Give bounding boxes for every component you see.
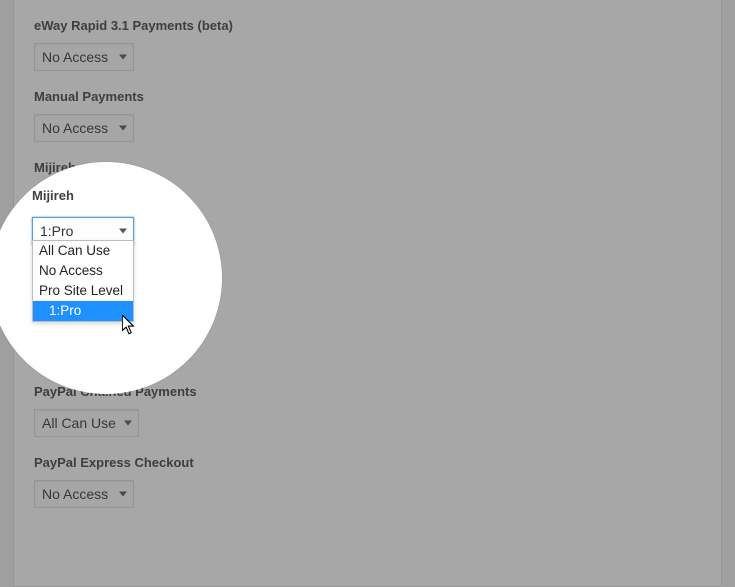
select-manual[interactable]: No Access bbox=[34, 114, 134, 142]
group-paypal-express: PayPal Express Checkout No Access bbox=[34, 437, 701, 508]
option-1-pro[interactable]: 1:Pro bbox=[33, 301, 133, 321]
spotlight-content: Mijireh 1:Pro bbox=[32, 188, 214, 245]
select-value: No Access bbox=[42, 120, 108, 136]
option-pro-site-level[interactable]: Pro Site Level bbox=[33, 281, 133, 301]
group-eway: eWay Rapid 3.1 Payments (beta) No Access bbox=[34, 0, 701, 71]
select-value: 1:Pro bbox=[40, 223, 73, 239]
group-label: Mijireh bbox=[32, 188, 214, 203]
select-paypal-chained[interactable]: All Can Use bbox=[34, 409, 139, 437]
select-value: No Access bbox=[42, 49, 108, 65]
group-manual: Manual Payments No Access bbox=[34, 71, 701, 142]
chevron-down-icon bbox=[119, 126, 127, 131]
option-no-access[interactable]: No Access bbox=[33, 261, 133, 281]
chevron-down-icon bbox=[119, 492, 127, 497]
dropdown-mijireh[interactable]: All Can Use No Access Pro Site Level 1:P… bbox=[32, 240, 134, 322]
group-label: eWay Rapid 3.1 Payments (beta) bbox=[34, 18, 701, 33]
spotlight-circle: Mijireh 1:Pro All Can Use No Access Pro … bbox=[0, 162, 222, 394]
select-eway[interactable]: No Access bbox=[34, 43, 134, 71]
option-all-can-use[interactable]: All Can Use bbox=[33, 241, 133, 261]
select-value: All Can Use bbox=[42, 415, 116, 431]
group-label: Manual Payments bbox=[34, 89, 701, 104]
group-label: PayPal Express Checkout bbox=[34, 455, 701, 470]
select-value: No Access bbox=[42, 486, 108, 502]
chevron-down-icon bbox=[119, 55, 127, 60]
chevron-down-icon bbox=[124, 421, 132, 426]
chevron-down-icon bbox=[119, 229, 127, 234]
select-paypal-express[interactable]: No Access bbox=[34, 480, 134, 508]
